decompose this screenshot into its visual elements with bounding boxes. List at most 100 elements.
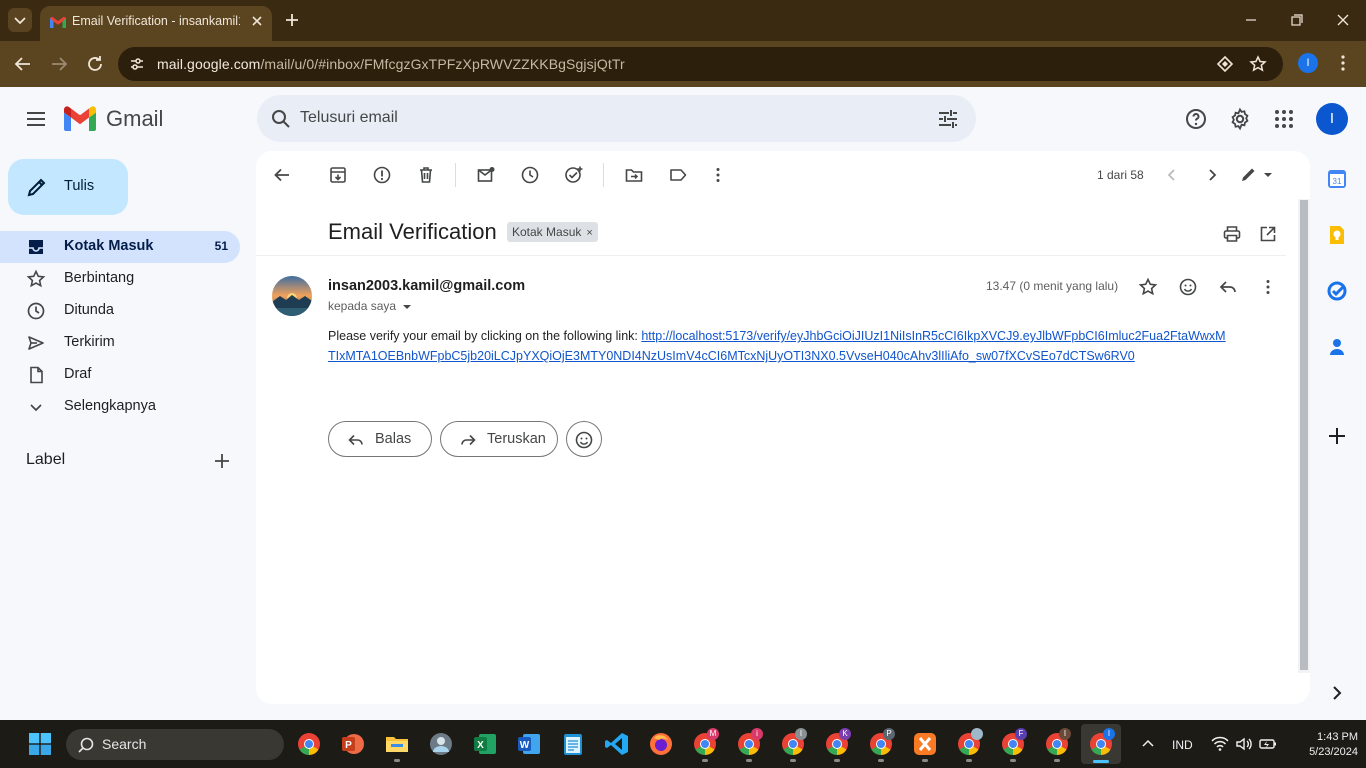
- sender-address[interactable]: insan2003.kamil@gmail.com: [328, 278, 525, 294]
- subject-divider: [256, 255, 1286, 256]
- apps-grid-icon[interactable]: [1272, 107, 1296, 131]
- contacts-icon[interactable]: [1326, 336, 1348, 358]
- open-new-window-icon[interactable]: [1258, 224, 1278, 244]
- sidebar-item-label: Ditunda: [64, 302, 114, 318]
- sender-avatar[interactable]: [272, 276, 312, 316]
- restore-icon[interactable]: [1289, 12, 1305, 28]
- profile-badge: i: [751, 728, 763, 740]
- gmail-wordmark[interactable]: Gmail: [106, 106, 163, 132]
- close-icon[interactable]: [248, 12, 266, 30]
- volume-icon[interactable]: [1235, 736, 1253, 752]
- browser-profile-avatar[interactable]: I: [1298, 53, 1318, 73]
- sidebar-item-inbox[interactable]: Kotak Masuk 51: [0, 231, 240, 263]
- language-indicator[interactable]: IND: [1172, 738, 1193, 752]
- file-explorer-icon[interactable]: [385, 732, 409, 756]
- add-label-icon[interactable]: [212, 451, 232, 471]
- search-icon[interactable]: [269, 107, 293, 131]
- windows-start-icon[interactable]: [29, 733, 51, 755]
- system-clock[interactable]: 1:43 PM 5/23/2024: [1286, 730, 1358, 760]
- input-tools-pencil-icon[interactable]: [1240, 165, 1274, 185]
- back-to-inbox-icon[interactable]: [272, 165, 292, 185]
- message-more-vert-icon[interactable]: [1258, 277, 1278, 297]
- tasks-icon[interactable]: [1326, 280, 1348, 302]
- sidebar-item-snoozed[interactable]: Ditunda: [0, 295, 240, 327]
- notepad-icon[interactable]: [561, 732, 585, 756]
- emoji-react-button[interactable]: [566, 421, 602, 457]
- account-avatar[interactable]: I: [1316, 103, 1348, 135]
- show-details-caret-icon[interactable]: [402, 304, 412, 310]
- message-scrollbar-thumb[interactable]: [1300, 200, 1308, 670]
- reply-button[interactable]: Balas: [328, 421, 432, 457]
- recipient-line[interactable]: kepada saya: [328, 299, 412, 313]
- address-bar[interactable]: mail.google.com/mail/u/0/#inbox/FMfcgzGx…: [118, 47, 1283, 81]
- label-tag-icon[interactable]: [668, 165, 688, 185]
- unread-count-badge: 51: [214, 239, 228, 253]
- newer-chevron-left-icon[interactable]: [1162, 165, 1182, 185]
- help-icon[interactable]: [1184, 107, 1208, 131]
- older-chevron-right-icon[interactable]: [1202, 165, 1222, 185]
- add-to-tasks-icon[interactable]: [564, 165, 584, 185]
- show-side-panel-chevron-icon[interactable]: [1326, 682, 1348, 704]
- word-icon[interactable]: W: [517, 732, 541, 756]
- more-vert-icon[interactable]: [708, 165, 728, 185]
- mark-unread-icon[interactable]: [476, 165, 496, 185]
- new-tab-icon[interactable]: [282, 10, 302, 30]
- remove-label-icon[interactable]: ×: [586, 227, 592, 239]
- sidebar-item-more[interactable]: Selengkapnya: [0, 391, 240, 423]
- search-input[interactable]: Telusuri email: [300, 109, 398, 127]
- tab-search-button[interactable]: [8, 8, 32, 32]
- site-settings-icon[interactable]: [128, 55, 146, 73]
- back-arrow-icon[interactable]: [12, 53, 34, 75]
- reply-icon[interactable]: [1218, 277, 1238, 297]
- archive-icon[interactable]: [328, 165, 348, 185]
- window-close-icon[interactable]: [1335, 12, 1351, 28]
- body-text: Please verify your email by clicking on …: [328, 329, 642, 343]
- delete-trash-icon[interactable]: [416, 165, 436, 185]
- snooze-clock-icon[interactable]: [520, 165, 540, 185]
- forward-arrow-icon[interactable]: [48, 53, 70, 75]
- chrome-icon[interactable]: [297, 732, 321, 756]
- profile-badge: I: [1059, 728, 1071, 740]
- forward-button[interactable]: Teruskan: [440, 421, 558, 457]
- more-vert-icon[interactable]: [1334, 54, 1352, 72]
- gmail-favicon-icon: [50, 16, 66, 28]
- url-text: mail.google.com/mail/u/0/#inbox/FMfcgzGx…: [157, 56, 625, 72]
- firefox-icon[interactable]: [649, 732, 673, 756]
- calendar-icon[interactable]: 31: [1326, 168, 1348, 190]
- search-bar[interactable]: Telusuri email: [257, 95, 976, 142]
- wifi-icon[interactable]: [1211, 736, 1229, 752]
- app-avatar-icon[interactable]: [429, 732, 453, 756]
- bookmark-star-icon[interactable]: [1249, 55, 1267, 73]
- vscode-icon[interactable]: [605, 732, 629, 756]
- battery-charging-icon[interactable]: [1258, 736, 1278, 752]
- keep-icon[interactable]: [1326, 224, 1348, 246]
- extension-diamond-icon[interactable]: [1216, 55, 1234, 73]
- move-to-folder-icon[interactable]: [624, 165, 644, 185]
- compose-button[interactable]: Tulis: [8, 159, 128, 215]
- star-message-icon[interactable]: [1138, 277, 1158, 297]
- message-body: Please verify your email by clicking on …: [328, 326, 1228, 366]
- get-addons-plus-icon[interactable]: [1326, 425, 1348, 447]
- inbox-label-chip[interactable]: Kotak Masuk ×: [507, 222, 598, 242]
- star-icon: [26, 269, 46, 288]
- svg-text:X: X: [477, 740, 484, 751]
- reload-icon[interactable]: [84, 53, 106, 75]
- emoji-reaction-icon[interactable]: [1178, 277, 1198, 297]
- sidebar-item-sent[interactable]: Terkirim: [0, 327, 240, 359]
- xampp-icon[interactable]: [913, 732, 937, 756]
- report-spam-icon[interactable]: [372, 165, 392, 185]
- search-options-icon[interactable]: [936, 107, 960, 131]
- print-icon[interactable]: [1222, 224, 1242, 244]
- gmail-logo-icon[interactable]: [64, 106, 96, 131]
- settings-gear-icon[interactable]: [1228, 107, 1252, 131]
- main-menu-icon[interactable]: [24, 107, 48, 131]
- browser-tab-active[interactable]: Email Verification - insankamil1: [40, 6, 272, 41]
- running-indicator: [746, 759, 752, 762]
- sidebar-item-drafts[interactable]: Draf: [0, 359, 240, 391]
- taskbar-search[interactable]: Search: [66, 729, 284, 760]
- minimize-icon[interactable]: [1243, 12, 1259, 28]
- tray-chevron-up-icon[interactable]: [1140, 736, 1156, 752]
- excel-icon[interactable]: X: [473, 732, 497, 756]
- sidebar-item-starred[interactable]: Berbintang: [0, 263, 240, 295]
- powerpoint-icon[interactable]: P: [341, 732, 365, 756]
